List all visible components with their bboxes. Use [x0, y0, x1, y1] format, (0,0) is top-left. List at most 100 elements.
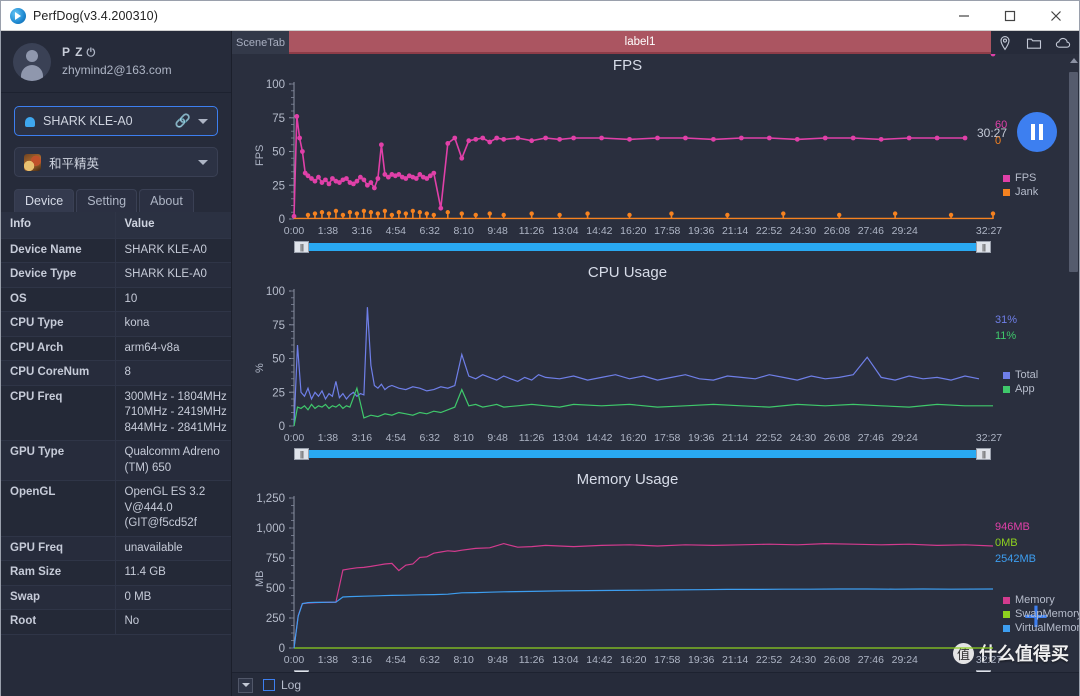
- table-row[interactable]: GPU Type Qualcomm Adreno (TM) 650: [1, 440, 231, 482]
- legend-label: Jank: [1015, 186, 1039, 198]
- scrollbar-handle-left[interactable]: |||: [294, 670, 309, 672]
- sidebar-tabs: Device Setting About: [14, 189, 231, 212]
- scrollbar-handle-right[interactable]: |||: [976, 241, 991, 253]
- log-label: Log: [281, 678, 302, 692]
- scene-label-tab[interactable]: label1: [289, 31, 991, 54]
- svg-text:50: 50: [272, 354, 285, 366]
- table-row[interactable]: OS 10: [1, 287, 231, 313]
- table-row[interactable]: Device Name SHARK KLE-A0: [1, 238, 231, 264]
- x-tick-label: 1:38: [317, 654, 339, 666]
- legend-item[interactable]: App: [1003, 383, 1038, 395]
- table-row[interactable]: OpenGL OpenGL ES 3.2 V@444.0 (GIT@f5cd52f: [1, 480, 231, 537]
- svg-text:1,250: 1,250: [256, 493, 285, 505]
- table-row[interactable]: CPU CoreNum 8: [1, 360, 231, 386]
- x-tick-label: 3:16: [351, 432, 373, 444]
- usb-link-icon[interactable]: 🔗: [175, 113, 191, 129]
- maximize-button[interactable]: [987, 1, 1033, 30]
- expand-log-button[interactable]: [238, 677, 253, 693]
- table-cell-key: GPU Freq: [1, 536, 116, 562]
- chart-readout: 946MB 0MB 2542MB: [995, 520, 1036, 568]
- x-tick-label: 13:04: [552, 225, 579, 237]
- svg-text:500: 500: [266, 583, 285, 595]
- account-panel: P Z ⏻ zhymind2@163.com: [1, 31, 231, 93]
- legend-item[interactable]: FPS: [1003, 172, 1038, 184]
- x-tick-label: 16:20: [620, 432, 647, 444]
- scene-tab-bar: SceneTab label1: [232, 31, 1079, 54]
- app-selector[interactable]: 和平精英: [14, 147, 218, 177]
- legend-item[interactable]: Jank: [1003, 186, 1038, 198]
- table-cell-key: CPU Type: [1, 311, 116, 337]
- chart-legend: Memory SwapMemory VirtualMemory: [1003, 594, 1079, 636]
- scrollbar-handle-left[interactable]: |||: [294, 448, 309, 460]
- table-row[interactable]: Device Type SHARK KLE-A0: [1, 262, 231, 288]
- scrollbar-track[interactable]: [309, 450, 976, 458]
- table-row[interactable]: Ram Size 11.4 GB: [1, 560, 231, 586]
- chart-time-scrollbar[interactable]: ||| |||: [294, 241, 991, 253]
- x-tick-label: 22:52: [755, 225, 783, 237]
- x-tick-label: 11:26: [518, 225, 545, 237]
- x-tick-label: 4:54: [385, 432, 406, 444]
- legend-item[interactable]: SwapMemory: [1003, 608, 1079, 620]
- scrollbar-handle-right[interactable]: |||: [976, 448, 991, 460]
- close-button[interactable]: [1033, 1, 1079, 30]
- tab-device[interactable]: Device: [14, 189, 75, 212]
- chart-fps: FPS FPS 0 25 50 75 100 60 0 FPS Jank 0:00 1:38 3:16 4:…: [232, 54, 1079, 259]
- chart-time-scrollbar[interactable]: ||| |||: [294, 670, 991, 672]
- table-cell-value: No: [115, 609, 231, 635]
- resize-handle-icon: |||: [299, 242, 304, 252]
- x-tick-label: 13:04: [552, 654, 579, 666]
- scrollbar-handle-right[interactable]: |||: [976, 670, 991, 672]
- resize-handle-icon: |||: [982, 672, 986, 673]
- window-body: P Z ⏻ zhymind2@163.com SHARK KLE-A0 🔗 和平精…: [1, 31, 1079, 696]
- log-checkbox[interactable]: [263, 679, 275, 691]
- table-cell-key: CPU CoreNum: [1, 360, 116, 386]
- device-selector[interactable]: SHARK KLE-A0 🔗: [14, 106, 218, 136]
- table-cell-value: kona: [115, 311, 231, 337]
- svg-text:25: 25: [272, 180, 285, 192]
- x-tick-label: 4:54: [385, 225, 406, 237]
- folder-icon[interactable]: [1026, 35, 1042, 51]
- table-row[interactable]: CPU Freq 300MHz - 1804MHz 710MHz - 2419MH…: [1, 385, 231, 442]
- table-row[interactable]: Root No: [1, 609, 231, 635]
- table-row[interactable]: GPU Freq unavailable: [1, 536, 231, 562]
- chevron-down-icon[interactable]: [198, 159, 208, 165]
- x-tick-label: 14:42: [586, 432, 613, 444]
- legend-item[interactable]: Total: [1003, 369, 1038, 381]
- legend-label: SwapMemory: [1015, 608, 1079, 620]
- table-header-cell: Value: [115, 212, 231, 239]
- x-tick-label: 29:24: [891, 654, 918, 666]
- chart-time-scrollbar[interactable]: ||| |||: [294, 448, 991, 460]
- x-tick-label: 16:20: [620, 654, 647, 666]
- scene-tab-button[interactable]: SceneTab: [232, 31, 289, 54]
- legend-swatch-icon: [1003, 624, 1010, 632]
- table-cell-value: 8: [115, 360, 231, 386]
- power-icon[interactable]: ⏻: [86, 47, 96, 59]
- cloud-icon[interactable]: [1055, 35, 1073, 51]
- title-bar: PerfDog(v3.4.200310): [1, 1, 1079, 31]
- x-tick-label: 26:08: [823, 654, 851, 666]
- series-virtualmemory: [293, 588, 994, 649]
- location-pin-icon[interactable]: [997, 35, 1013, 51]
- x-tick-label: 19:36: [688, 432, 715, 444]
- svg-text:25: 25: [272, 387, 285, 399]
- x-tick-label: 3:16: [351, 225, 373, 237]
- tab-about[interactable]: About: [139, 189, 194, 212]
- readout-value: 60: [995, 119, 1008, 131]
- table-row[interactable]: CPU Type kona: [1, 311, 231, 337]
- table-cell-key: Device Type: [1, 262, 116, 288]
- chart-readout: 60 0: [995, 118, 1007, 150]
- charts-area: 30:27 + 值 什么值得买 FPS FPS 0 25 50 75 100 60 0 FPS Ja…: [232, 54, 1079, 672]
- table-cell-value: unavailable: [115, 536, 231, 562]
- legend-item[interactable]: VirtualMemory: [1003, 622, 1079, 634]
- minimize-button[interactable]: [941, 1, 987, 30]
- chevron-down-icon[interactable]: [198, 118, 208, 124]
- table-row[interactable]: CPU Arch arm64-v8a: [1, 336, 231, 362]
- table-cell-key: Device Name: [1, 238, 116, 264]
- scrollbar-track[interactable]: [309, 243, 976, 251]
- device-selector-value: SHARK KLE-A0: [43, 114, 133, 128]
- scrollbar-handle-left[interactable]: |||: [294, 241, 309, 253]
- legend-item[interactable]: Memory: [1003, 594, 1079, 606]
- x-tick-label: 24:30: [789, 225, 817, 237]
- tab-setting[interactable]: Setting: [76, 189, 138, 212]
- table-row[interactable]: Swap 0 MB: [1, 585, 231, 611]
